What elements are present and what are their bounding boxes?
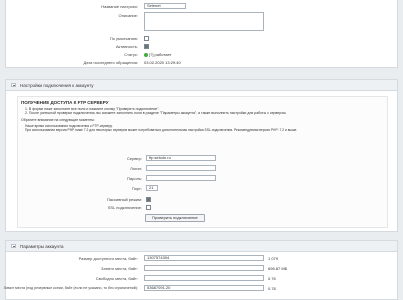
server-row: Сервер: ftp.selcdn.ru xyxy=(18,155,387,163)
ssl-checkbox[interactable] xyxy=(146,205,151,210)
note-attention: Обратите внимание на следующие моменты: xyxy=(21,118,95,122)
default-checkbox[interactable] xyxy=(144,36,149,41)
ssl-label: SSL подключение: xyxy=(107,205,142,210)
name-row: Название настроек: Selenet xyxy=(6,3,397,11)
passive-row: Пассивный режим: xyxy=(18,196,387,204)
port-input[interactable]: 21 xyxy=(146,185,158,191)
login-input[interactable] xyxy=(146,165,216,171)
server-input[interactable]: ftp.selcdn.ru xyxy=(146,155,216,161)
password-row: Пароль: xyxy=(18,175,387,183)
check-connection-button[interactable]: Проверить подключение xyxy=(145,214,205,222)
param-label: Лимит места (под резервные копии, байт (… xyxy=(3,286,138,290)
password-label: Пароль: xyxy=(127,176,142,181)
name-label: Название настроек: xyxy=(101,4,138,9)
default-label: По умолчанию: xyxy=(109,36,138,41)
connection-panel: Настройки подключения к аккаунту ПОЛУЧЕН… xyxy=(5,79,398,232)
login-label: Логин: xyxy=(130,166,142,171)
param-label: Занято места, байт: xyxy=(101,266,138,271)
param-suffix: 1 079 xyxy=(268,256,279,261)
connection-title: Настройки подключения к аккаунту xyxy=(20,83,94,88)
note-title: ПОЛУЧЕНИЕ ДОСТУПА К FTP СЕРВЕРУ xyxy=(21,100,109,105)
params-title: Параметры аккаунта xyxy=(20,244,64,249)
passive-label: Пассивный режим: xyxy=(106,197,142,202)
status-row: Статус: [?] работает xyxy=(6,51,397,59)
connection-header[interactable]: Настройки подключения к аккаунту xyxy=(6,80,397,91)
server-label: Сервер: xyxy=(127,156,142,161)
last-access-value: 03.02.2020 13:29:40 xyxy=(144,60,181,65)
param-suffix: 0.76 xyxy=(268,276,276,281)
ftp-info-note: ПОЛУЧЕНИЕ ДОСТУПА К FTP СЕРВЕРУ 1. В фор… xyxy=(17,96,388,228)
note-bullet2: При использовании версии PHP ниже 7.2 дл… xyxy=(25,128,298,132)
port-label: Порт: xyxy=(131,186,142,191)
params-panel: Параметры аккаунта Размер доступного мес… xyxy=(3,240,398,300)
passive-checkbox[interactable] xyxy=(146,197,151,202)
status-ok-icon xyxy=(144,52,148,57)
param-row: Лимит места (под резервные копии, байт (… xyxy=(3,285,397,293)
note-line2: 2. После успешной проверки подключения, … xyxy=(25,111,287,115)
port-row: Порт: 21 xyxy=(18,185,387,193)
params-header[interactable]: Параметры аккаунта xyxy=(6,241,397,252)
collapse-icon[interactable] xyxy=(11,83,16,87)
param-input[interactable]: 1307574394 xyxy=(144,255,264,261)
name-input[interactable]: Selenet xyxy=(144,3,186,9)
status-label: Статус: xyxy=(124,52,138,57)
param-label: Размер доступного места, байт: xyxy=(78,256,138,261)
ssl-row: SSL подключение: xyxy=(18,204,387,212)
password-input[interactable] xyxy=(146,175,216,181)
description-label: Описание: xyxy=(118,13,138,18)
status-value: [?] работает xyxy=(144,52,171,57)
last-access-label: Дата последнего обращения: xyxy=(83,60,138,65)
active-checkbox[interactable] xyxy=(144,44,149,49)
login-row: Логин: xyxy=(18,165,387,173)
active-row: Активность: xyxy=(6,43,397,51)
params-collapse-icon[interactable] xyxy=(11,244,16,248)
param-input[interactable] xyxy=(144,275,264,281)
param-row: Занято места, байт: 696.87 МБ xyxy=(6,265,397,273)
param-row: Свободно места, байт: 0.76 xyxy=(6,275,397,283)
status-text: [?] работает xyxy=(149,52,172,57)
param-input[interactable]: 53687091.20 xyxy=(144,285,264,291)
param-label: Свободно места, байт: xyxy=(95,276,138,281)
description-textarea[interactable] xyxy=(144,12,264,31)
last-access-row: Дата последнего обращения: 03.02.2020 13… xyxy=(6,59,397,67)
description-row: Описание: xyxy=(6,12,397,32)
check-row: Проверить подключение xyxy=(18,214,387,224)
account-panel: Название настроек: Selenet Описание: По … xyxy=(5,0,398,68)
active-label: Активность: xyxy=(115,44,138,49)
param-suffix: 0.78 xyxy=(268,286,276,291)
param-suffix: 696.87 МБ xyxy=(268,266,288,271)
param-row: Размер доступного места, байт: 130757439… xyxy=(6,255,397,263)
default-row: По умолчанию: xyxy=(6,35,397,43)
param-input[interactable] xyxy=(144,265,264,271)
